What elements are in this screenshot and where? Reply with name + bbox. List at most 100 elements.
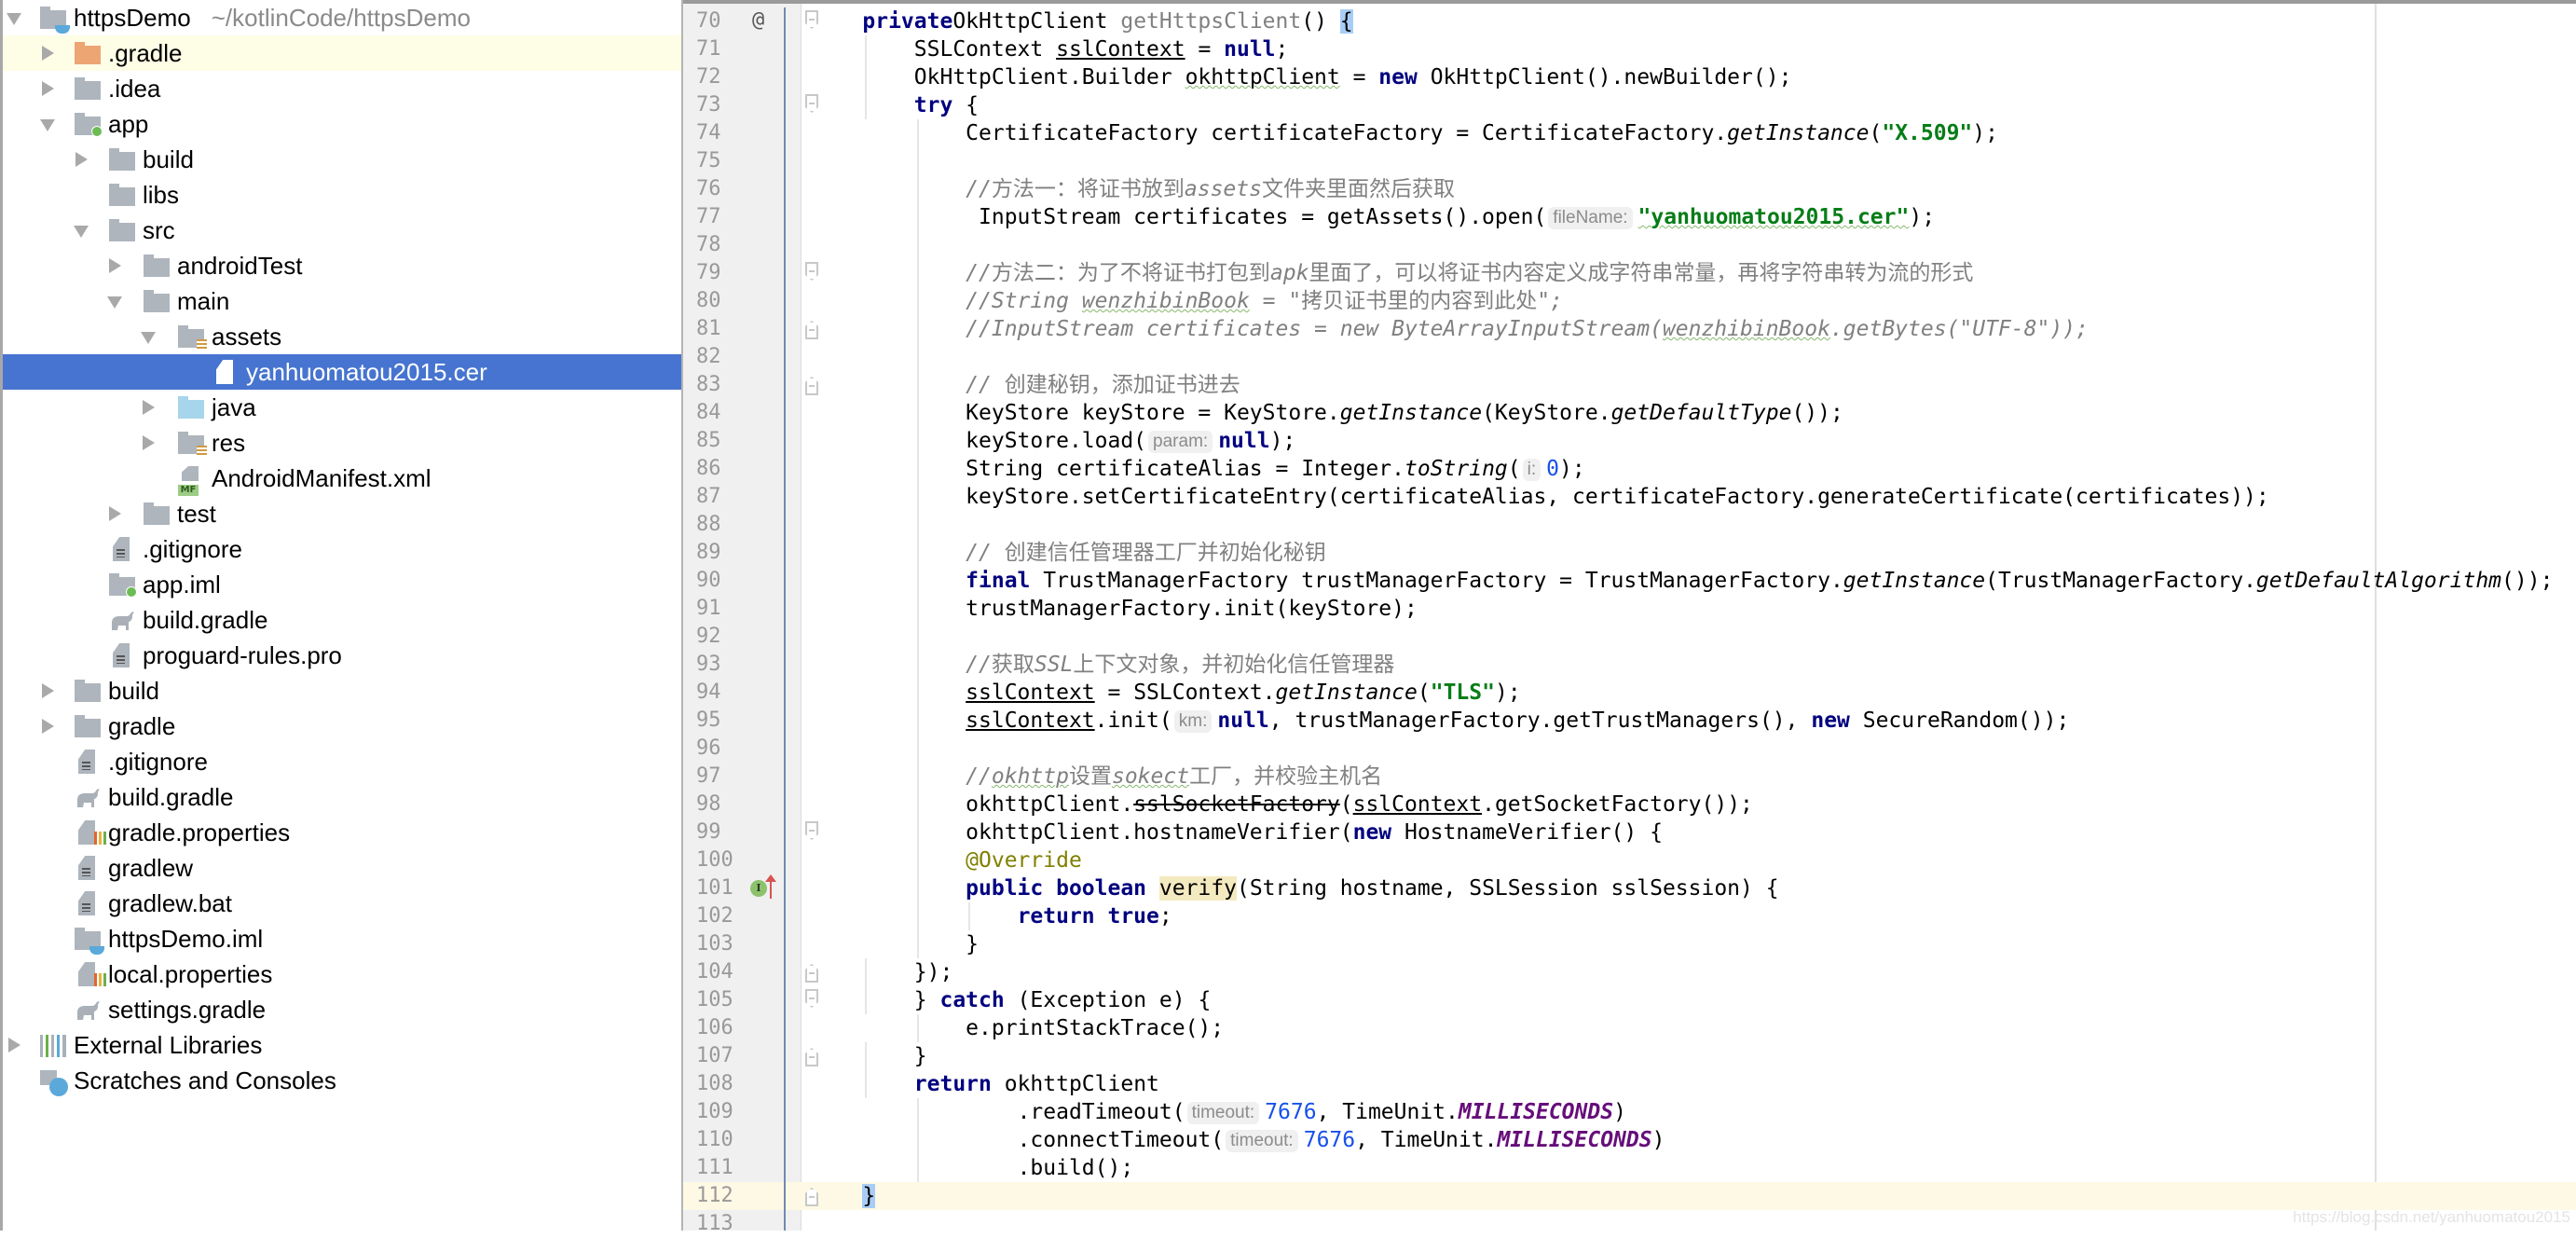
code-line[interactable]: 89 // 创建信任管理器工厂并初始化秘钥 [683,539,2576,567]
code-line[interactable]: 91 trustManagerFactory.init(keyStore); [683,595,2576,623]
tree-item[interactable]: libs [3,177,681,213]
tree-item[interactable]: gradle [3,708,681,744]
code-line[interactable]: 94 sslContext = SSLContext.getInstance("… [683,679,2576,707]
annotation-marker-icon[interactable]: @ [752,7,764,34]
tree-item-label: res [212,429,246,457]
code-line[interactable]: 102 return true; [683,902,2576,930]
chevron-down-icon[interactable] [40,119,55,131]
code-line[interactable]: 92 [683,623,2576,651]
code-line[interactable]: 72 OkHttpClient.Builder okhttpClient = n… [683,63,2576,91]
code-line[interactable]: 97 //okhttp设置sokect工厂，并校验主机名 [683,763,2576,791]
code-line[interactable]: 111 .build(); [683,1154,2576,1182]
tree-item[interactable]: androidTest [3,248,681,283]
chevron-down-icon[interactable] [107,296,122,309]
tree-item[interactable]: .gitignore [3,531,681,567]
line-number: 98 [696,792,721,816]
tree-item[interactable]: app.iml [3,567,681,602]
code-line[interactable]: 82 [683,343,2576,371]
chevron-right-icon[interactable] [42,81,54,96]
code-line[interactable]: 93 //获取SSL上下文对象，并初始化信任管理器 [683,651,2576,679]
code-token: keyStore.load( [966,429,1147,453]
tree-item[interactable]: build [3,673,681,708]
code-line[interactable]: 108 return okhttpClient [683,1070,2576,1098]
tree-item[interactable]: Scratches and Consoles [3,1063,681,1098]
code-line[interactable]: 105 } catch (Exception e) { [683,986,2576,1014]
code-line[interactable]: 78 [683,231,2576,259]
tree-item[interactable]: build [3,142,681,177]
code-line[interactable]: 98 okhttpClient.sslSocketFactory(sslCont… [683,791,2576,818]
code-line[interactable]: 106 e.printStackTrace(); [683,1014,2576,1042]
code-line[interactable]: 95 sslContext.init(km: null, trustManager… [683,707,2576,735]
chevron-right-icon[interactable] [143,400,155,415]
tree-item[interactable]: MF AndroidManifest.xml [3,461,681,496]
code-line[interactable]: 85 keyStore.load(param: null); [683,427,2576,455]
tree-item[interactable]: .gitignore [3,744,681,779]
code-line[interactable]: 84 KeyStore keyStore = KeyStore.getInsta… [683,399,2576,427]
code-line[interactable]: 75 [683,147,2576,175]
tree-item[interactable]: proguard-rules.pro [3,638,681,673]
code-line[interactable]: 74 CertificateFactory certificateFactory… [683,119,2576,147]
tree-item[interactable]: settings.gradle [3,992,681,1027]
tree-item[interactable]: build.gradle [3,602,681,638]
tree-item[interactable]: build.gradle [3,779,681,815]
tree-item[interactable]: app [3,106,681,142]
tree-item[interactable]: gradlew [3,850,681,886]
chevron-right-icon[interactable] [42,719,54,734]
tree-item[interactable]: gradlew.bat [3,886,681,921]
code-line[interactable]: 83 // 创建秘钥，添加证书进去 [683,371,2576,399]
code-line[interactable]: 73 try { [683,91,2576,119]
tree-item[interactable]: src [3,213,681,248]
code-line[interactable]: 70 @ privateOkHttpClient getHttpsClient()… [683,7,2576,35]
code-line[interactable]: 71 SSLContext sslContext = null; [683,35,2576,63]
tree-item[interactable]: test [3,496,681,531]
code-line[interactable]: 104 }); [683,958,2576,986]
code-line[interactable]: 103 } [683,930,2576,958]
tree-item[interactable]: External Libraries [3,1027,681,1063]
tree-item[interactable]: assets [3,319,681,354]
code-line[interactable]: 112 } [683,1182,2576,1210]
tree-item[interactable]: httpsDemo.iml [3,921,681,956]
code-line[interactable]: 76 //方法一：将证书放到assets文件夹里面然后获取 [683,175,2576,203]
code-line[interactable]: 81 //InputStream certificates = new Byte… [683,315,2576,343]
chevron-right-icon[interactable] [109,506,121,521]
go-to-super-arrow-icon[interactable] [765,874,776,899]
chevron-down-icon[interactable] [74,226,89,238]
chevron-right-icon[interactable] [75,152,88,167]
tree-item-label: .gradle [108,39,183,67]
code-line[interactable]: 90 final TrustManagerFactory trustManage… [683,567,2576,595]
chevron-right-icon[interactable] [42,46,54,61]
tree-item[interactable]: httpsDemo ~/kotlinCode/httpsDemo [3,0,681,35]
tree-item[interactable]: res [3,425,681,461]
implementing-method-icon[interactable]: I [750,880,767,897]
code-line[interactable]: 86 String certificateAlias = Integer.toS… [683,455,2576,483]
tree-item[interactable]: java [3,390,681,425]
chevron-down-icon[interactable] [7,13,21,25]
code-line[interactable]: 109 .readTimeout(timeout: 7676, TimeUnit.… [683,1098,2576,1126]
tree-item[interactable]: yanhuomatou2015.cer [3,354,681,390]
chevron-right-icon[interactable] [8,1038,21,1052]
code-line[interactable]: 79 //方法二：为了不将证书打包到apk里面了，可以将证书内容定义成字符串常量… [683,259,2576,287]
code-line[interactable]: 99 okhttpClient.hostnameVerifier(new Hos… [683,818,2576,846]
code-line[interactable]: 96 [683,735,2576,763]
code-text: } [811,1042,927,1070]
code-line[interactable]: 101 I public boolean verify(String hostna… [683,874,2576,902]
chevron-right-icon[interactable] [42,683,54,698]
tree-item[interactable]: local.properties [3,956,681,992]
tree-item[interactable]: .idea [3,71,681,106]
line-number: 101 [696,876,733,900]
chevron-right-icon[interactable] [109,258,121,273]
code-line[interactable]: 88 [683,511,2576,539]
code-editor[interactable]: 70 @ privateOkHttpClient getHttpsClient()… [681,0,2576,1235]
code-line[interactable]: 77 InputStream certificates = getAssets(… [683,203,2576,231]
tree-item-label: gradle.properties [108,818,291,846]
tree-item[interactable]: .gradle [3,35,681,71]
chevron-down-icon[interactable] [141,332,156,344]
code-line[interactable]: 100 @Override [683,846,2576,874]
code-line[interactable]: 87 keyStore.setCertificateEntry(certific… [683,483,2576,511]
code-line[interactable]: 80 //String wenzhibinBook = "拷贝证书里的内容到此处… [683,287,2576,315]
chevron-right-icon[interactable] [143,435,155,450]
code-line[interactable]: 107 } [683,1042,2576,1070]
tree-item[interactable]: gradle.properties [3,815,681,850]
code-line[interactable]: 110 .connectTimeout(timeout: 7676, TimeUn… [683,1126,2576,1154]
tree-item[interactable]: main [3,283,681,319]
